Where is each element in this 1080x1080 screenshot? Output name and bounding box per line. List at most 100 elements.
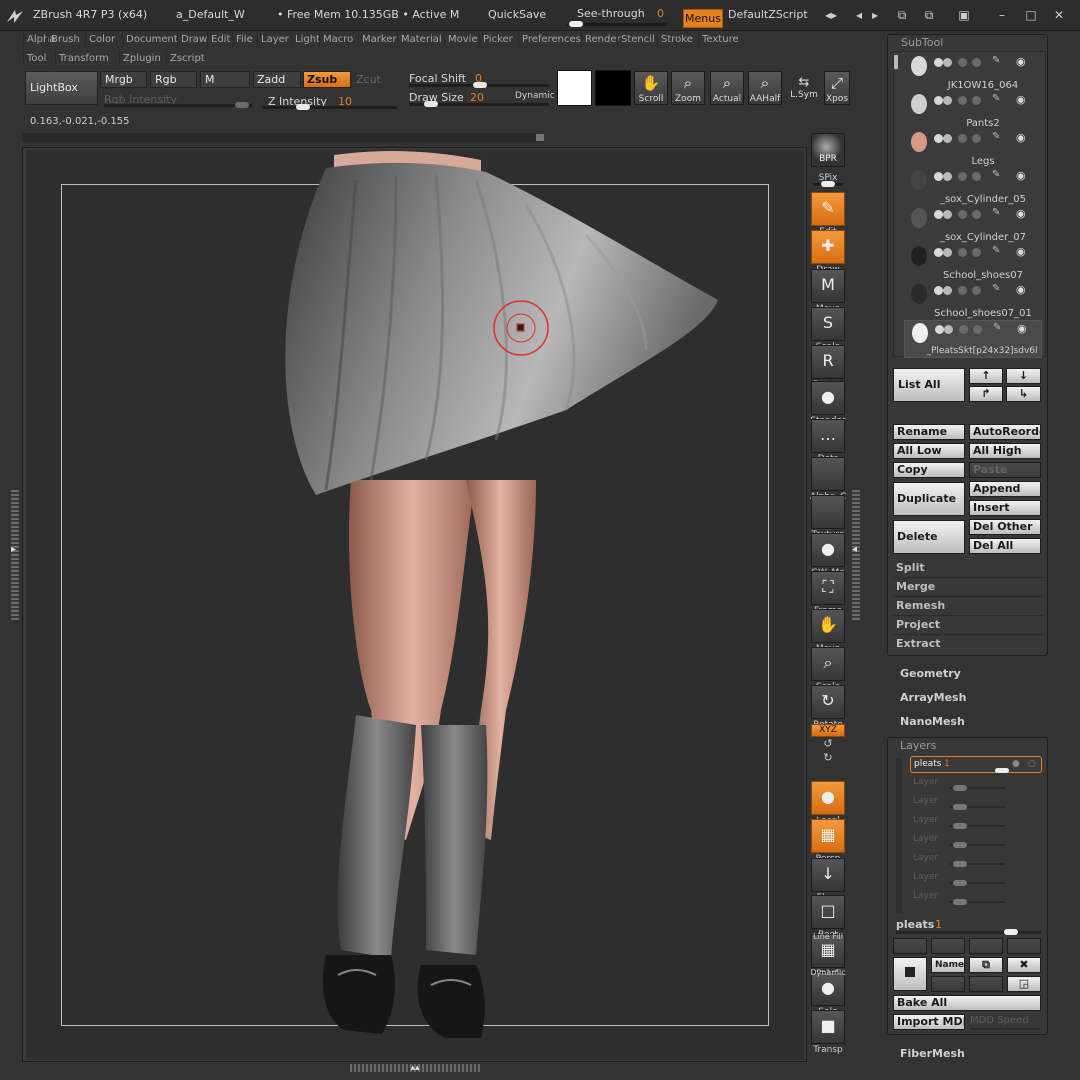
right-tray-arrow-icon[interactable]: ◂ [852, 544, 860, 556]
layer-merge-down-button[interactable]: ◲ [1007, 976, 1041, 992]
empty-layer-slot[interactable]: Layer [913, 891, 938, 901]
floor-tool-button[interactable]: ↓ [811, 858, 845, 892]
layout-icon-2[interactable]: ⧉ [920, 8, 938, 23]
rotate-tool-button[interactable]: R [811, 345, 845, 379]
material-toggle-icon[interactable] [943, 58, 952, 67]
subtool-title[interactable]: SubTool [901, 36, 943, 49]
bpr-tool[interactable]: BPR [810, 133, 846, 168]
append-button[interactable]: Append [969, 481, 1041, 497]
subtool-item[interactable]: ✎ ◉ _sox_Cylinder_07 [904, 206, 1042, 244]
brush-icon[interactable]: ✎ [992, 169, 1000, 180]
texture-tool-button[interactable] [811, 495, 845, 529]
brush-dot-icon[interactable] [972, 248, 981, 257]
all-low-button[interactable]: All Low [893, 443, 965, 459]
subdiv-toggle-icon[interactable] [958, 134, 967, 143]
z-intensity-thumb[interactable] [296, 104, 310, 110]
lsym-button[interactable]: ⇆ L.Sym [787, 75, 821, 105]
see-through-slider-thumb[interactable] [569, 21, 583, 27]
autoreorder-button[interactable]: AutoReorde [969, 424, 1041, 440]
model-render[interactable] [26, 150, 804, 1060]
default-zscript-button[interactable]: DefaultZScript [728, 8, 808, 25]
subtool-item[interactable]: ✎ ◉ _PleatsSkt[p24x32]sdv6l [904, 320, 1042, 358]
visibility-eye-icon[interactable]: ◉ [1016, 55, 1026, 68]
layer-merge-button[interactable] [969, 976, 1003, 992]
empty-layer-slider[interactable] [950, 899, 1005, 905]
primary-color-swatch[interactable] [557, 70, 592, 106]
material-toggle-icon[interactable] [943, 172, 952, 181]
empty-layer-slider[interactable] [950, 785, 1005, 791]
layer-branch-down-button[interactable] [1007, 938, 1041, 954]
zadd-button[interactable]: Zadd [253, 71, 301, 88]
lightbox-button[interactable]: LightBox [25, 71, 98, 105]
copy-button[interactable]: Copy [893, 462, 965, 478]
dots-tool-button[interactable]: … [811, 419, 845, 453]
material-toggle-icon[interactable] [943, 210, 952, 219]
empty-layer-slider[interactable] [950, 861, 1005, 867]
menu-brush[interactable]: Brush [47, 32, 83, 47]
brush-dot-icon[interactable] [972, 210, 981, 219]
brush-icon[interactable]: ✎ [992, 93, 1000, 104]
transp-tool-button[interactable]: ■ [811, 1010, 845, 1044]
subdiv-toggle-icon[interactable] [958, 58, 967, 67]
material-toggle-icon[interactable] [943, 134, 952, 143]
empty-layer-slider-thumb[interactable] [953, 880, 967, 886]
project-section[interactable]: Project [896, 618, 940, 631]
rgb-intensity-thumb[interactable] [235, 102, 249, 108]
brush-dot-icon[interactable] [972, 286, 981, 295]
visibility-eye-icon[interactable]: ◉ [1016, 283, 1026, 296]
rename-button[interactable]: Rename [893, 424, 965, 440]
brush-dot-icon[interactable] [973, 325, 982, 334]
solo-tool-button[interactable]: ● [811, 972, 845, 1006]
rotate-axis-icon-2[interactable]: ↻ [810, 751, 846, 765]
move-tool-button[interactable]: M [811, 269, 845, 303]
scroll-button[interactable]: ✋ Scroll [634, 71, 668, 105]
visibility-eye-icon[interactable]: ◉ [1016, 131, 1026, 144]
menu-texture[interactable]: Texture [698, 32, 742, 47]
subtool-item[interactable]: ✎ ◉ School_shoes07_01 [904, 282, 1042, 320]
active-layer-intensity-thumb[interactable] [995, 768, 1009, 773]
empty-layer-slider-thumb[interactable] [953, 899, 967, 905]
merge-section[interactable]: Merge [896, 580, 935, 593]
brush-dot-icon[interactable] [972, 134, 981, 143]
zcut-button[interactable]: Zcut [356, 73, 381, 86]
menu-draw[interactable]: Draw [177, 32, 210, 47]
empty-layer-slider[interactable] [950, 880, 1005, 886]
close-icon[interactable]: ✕ [1050, 8, 1068, 23]
move-view-tool-button[interactable]: ✋ [811, 609, 845, 643]
minimize-icon[interactable]: – [993, 8, 1011, 23]
polypaint-toggle-icon[interactable] [934, 286, 943, 295]
layer-strength-slider[interactable] [896, 929, 1041, 935]
focal-shift-thumb[interactable] [473, 82, 487, 88]
arrow-right-icon[interactable]: ▸ [866, 8, 884, 23]
empty-layer-slot[interactable]: Layer [913, 872, 938, 882]
draw-size-slider[interactable] [409, 101, 549, 107]
layer-record-icon[interactable]: ● [1012, 759, 1020, 769]
rotate-view-tool-button[interactable]: ↻ [811, 685, 845, 719]
layer-branch-up-button[interactable] [969, 938, 1003, 954]
layer-visibility-eye-icon[interactable]: ○ [1028, 759, 1036, 769]
menu-document[interactable]: Document [122, 32, 181, 47]
brush-icon[interactable]: ✎ [992, 55, 1000, 66]
visibility-eye-icon[interactable]: ◉ [1016, 93, 1026, 106]
frame-tool-button[interactable]: ⛶ [811, 571, 845, 605]
local-tool-button[interactable]: ● [811, 781, 845, 815]
visibility-eye-icon[interactable]: ◉ [1017, 322, 1027, 335]
left-tray-arrow-icon[interactable]: ▸ [11, 544, 19, 556]
geometry-section[interactable]: Geometry [900, 667, 961, 680]
empty-layer-slider-thumb[interactable] [953, 785, 967, 791]
menu-transform[interactable]: Transform [55, 51, 112, 66]
menu-marker[interactable]: Marker [358, 32, 400, 47]
layer-move-down-button[interactable] [931, 938, 965, 954]
menu-movie[interactable]: Movie [444, 32, 481, 47]
polypaint-toggle-icon[interactable] [934, 172, 943, 181]
polypaint-toggle-icon[interactable] [935, 325, 944, 334]
move-down-branch-button[interactable]: ↳ [1006, 386, 1041, 402]
menu-macro[interactable]: Macro [319, 32, 356, 47]
visibility-eye-icon[interactable]: ◉ [1016, 207, 1026, 220]
rect-tool-button[interactable]: □ [811, 895, 845, 929]
del-other-button[interactable]: Del Other [969, 519, 1041, 535]
scale-view-tool-button[interactable]: ⌕ [811, 647, 845, 681]
focal-shift-slider[interactable] [409, 82, 549, 88]
subtool-item[interactable]: ✎ ◉ Pants2 [904, 92, 1042, 130]
fibermesh-section[interactable]: FiberMesh [900, 1047, 965, 1060]
